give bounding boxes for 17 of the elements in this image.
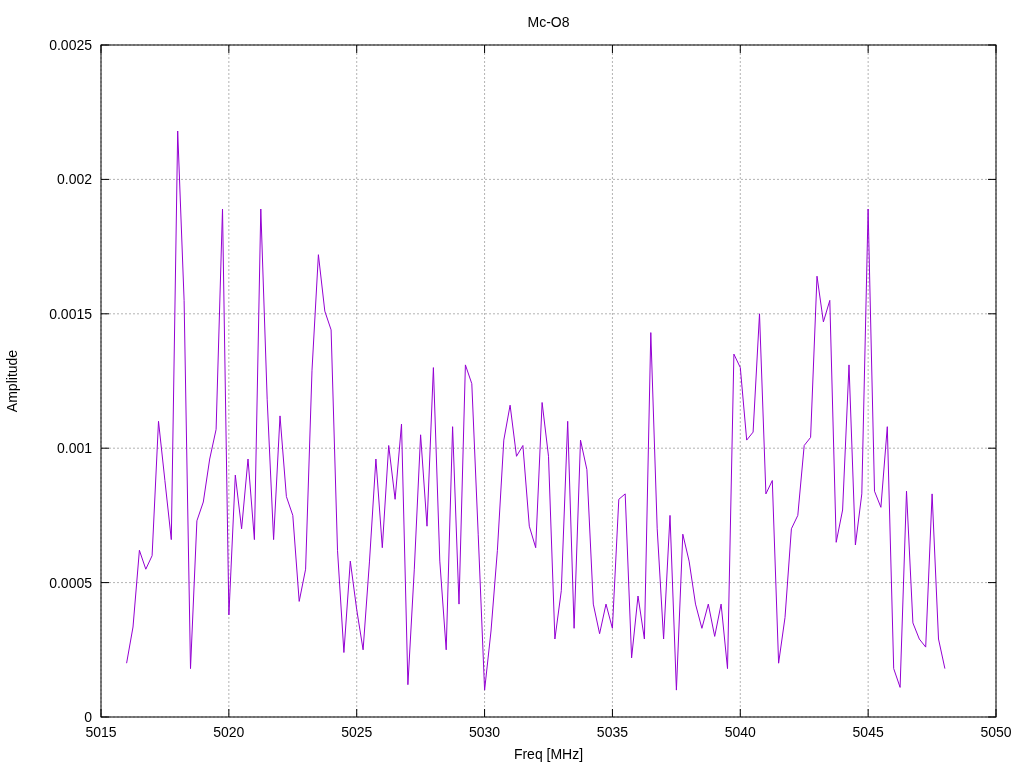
chart-title: Mc-O8 [527,14,570,30]
x-tick-label: 5050 [980,724,1012,740]
x-tick-label: 5025 [341,724,373,740]
x-tick-label: 5020 [213,724,245,740]
x-tick-label: 5045 [852,724,884,740]
y-tick-label: 0 [84,709,92,725]
y-tick-label: 0.002 [56,171,92,188]
y-tick-label: 0.0005 [49,574,92,591]
x-tick-label: 5035 [596,724,628,740]
x-axis-label: Freq [MHz] [513,746,584,762]
x-tick-label: 5040 [724,724,756,740]
y-axis-label: Amplitude [4,349,20,413]
y-tick-label: 0.001 [56,440,92,457]
y-tick-label: 0.0025 [49,37,92,53]
y-tick-label: 0.0015 [49,305,92,322]
x-tick-label: 5030 [469,724,501,740]
x-tick-label: 5015 [85,724,117,740]
